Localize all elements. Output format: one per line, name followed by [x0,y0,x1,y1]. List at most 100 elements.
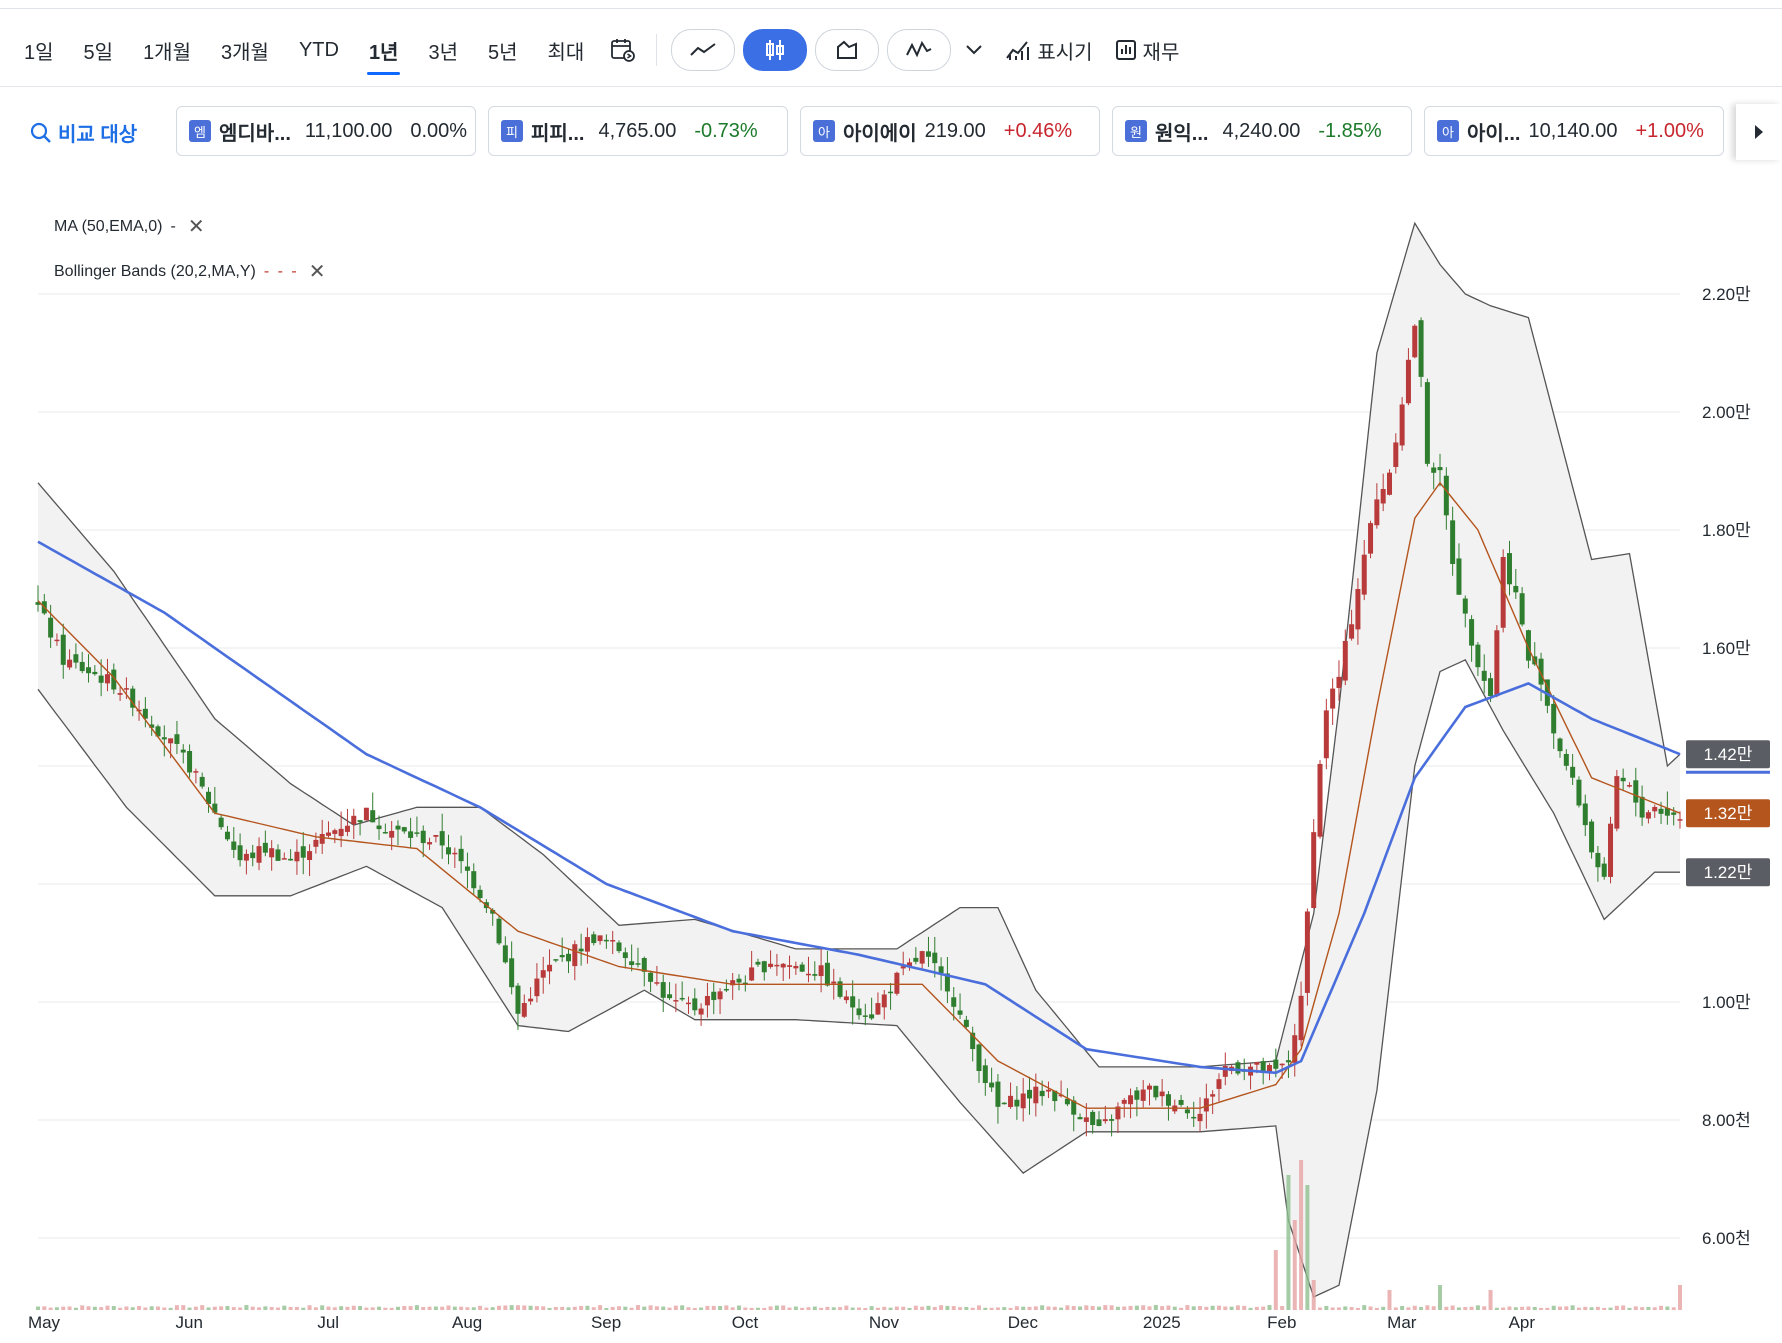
candle-body [976,1044,982,1072]
volume-bar [1431,1306,1436,1310]
volume-bar [1456,1307,1461,1310]
volume-bar [1659,1305,1664,1310]
volume-bar [610,1306,615,1310]
candle-body [565,953,571,962]
candle-body [610,940,616,942]
compare-chip[interactable]: 아 아이에이 219.00 +0.46% [800,106,1100,156]
candle-body [894,972,900,994]
volume-bar [484,1307,489,1310]
candle-body [660,982,666,998]
compare-button[interactable]: 비교 대상 [30,118,137,147]
volume-bar [1539,1307,1544,1310]
volume-bar [572,1306,577,1310]
indicators-button[interactable]: 표시기 [1005,36,1093,65]
candle-body [92,671,98,675]
range-5y[interactable]: 5년 [486,30,520,71]
volume-bar [80,1305,85,1310]
candle-body [799,964,805,972]
volume-bar [1488,1290,1493,1310]
candle-body [755,961,761,965]
range-1d[interactable]: 1일 [22,30,56,71]
range-1m[interactable]: 1개월 [141,30,193,71]
area-chart-button[interactable] [815,29,880,71]
candle-body [237,845,243,861]
scroll-right-button[interactable] [1736,104,1782,160]
candle-body [1399,404,1405,446]
candle-body [1633,780,1639,803]
volume-bar [257,1307,262,1310]
volume-bar [1614,1305,1619,1310]
volume-bar [623,1306,628,1310]
volume-bar [793,1306,798,1310]
volume-bar [1475,1305,1480,1310]
calendar-icon[interactable] [610,37,636,63]
candle-body [1140,1089,1146,1101]
candle-body [313,839,319,847]
chevron-down-icon[interactable] [965,44,983,56]
y-tick-label: 1.00만 [1702,993,1751,1012]
indicator-type-button[interactable] [887,29,952,71]
candle-body [673,1000,679,1002]
compare-chip[interactable]: 아 아이... 10,140.00 +1.00% [1424,106,1724,156]
volume-bar [579,1305,584,1310]
range-1y[interactable]: 1년 [366,30,401,75]
financials-icon [1115,40,1136,60]
range-5d[interactable]: 5일 [82,30,116,71]
line-chart-button[interactable] [671,29,736,71]
candle-body [654,982,660,984]
range-3y[interactable]: 3년 [426,30,460,71]
candle-body [1506,553,1512,585]
volume-bar [1400,1306,1405,1310]
candle-chart-button[interactable] [743,29,808,71]
range-max[interactable]: 최대 [546,30,587,71]
chip-change: 0.00% [410,119,468,142]
compare-chip[interactable]: 원 원익... 4,240.00 -1.85% [1112,106,1412,156]
candle-body [1368,523,1374,554]
candle-body [1557,738,1563,752]
volume-bar [629,1307,634,1310]
candle-body [73,654,79,663]
volume-bar [781,1305,786,1310]
volume-bar [1595,1306,1600,1310]
candle-body [1039,1090,1045,1097]
candle-body [332,830,338,834]
volume-bar [1608,1307,1613,1310]
volume-bar [844,1305,849,1310]
range-ytd[interactable]: YTD [297,33,341,68]
compare-chip[interactable]: 피 피피... 4,765.00 -0.73% [488,106,788,156]
volume-bar [591,1307,596,1310]
volume-bar [1494,1307,1499,1310]
y-tick-label: 2.20만 [1702,285,1751,304]
volume-bar [414,1305,419,1310]
volume-bar [838,1307,843,1310]
candle-body [1608,823,1614,877]
candle-body [957,1010,963,1015]
candle-body [446,847,451,855]
candle-body [1481,670,1487,681]
compare-chip[interactable]: 엠 엠디바... 11,100.00 0.00% [176,106,476,156]
volume-bar [1419,1307,1424,1310]
volume-bar [118,1307,123,1310]
candle-body [584,937,590,952]
candle-body [1393,442,1399,467]
financials-button[interactable]: 재무 [1115,36,1179,65]
volume-bar [1576,1307,1581,1310]
range-3m[interactable]: 3개월 [219,30,271,71]
volume-bar [402,1305,407,1310]
price-chart[interactable]: 2.20만 2.00만 1.80만 1.60만 1.00만 8.00천 6.00천 May J… [0,180,1782,1343]
candle-body [723,988,729,991]
chip-badge: 원 [1125,120,1147,142]
volume-bar [894,1306,899,1310]
volume-bar [1387,1290,1392,1310]
search-icon [30,122,51,143]
candle-body [1045,1089,1051,1092]
volume-bar [1071,1306,1076,1310]
volume-bar [288,1306,293,1310]
candle-body [376,825,382,830]
x-tick-label: Jul [317,1313,339,1332]
candle-body [1589,821,1595,853]
volume-bar [67,1306,72,1310]
volume-bar [1021,1306,1026,1310]
candle-body [1020,1093,1026,1109]
candle-body [1285,1060,1291,1063]
